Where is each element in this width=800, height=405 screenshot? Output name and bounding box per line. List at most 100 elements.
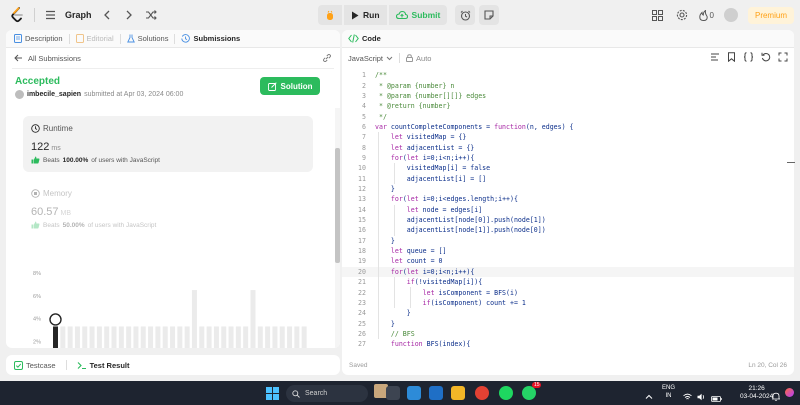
code-line[interactable]: 14 let node = edges[i] [342, 205, 794, 215]
streak-counter[interactable]: 0 [698, 9, 714, 21]
chart-bar[interactable] [272, 326, 278, 348]
chart-bar[interactable] [96, 326, 102, 348]
chart-bar[interactable] [206, 326, 212, 348]
bookmark-icon[interactable] [727, 52, 736, 62]
chart-bar[interactable] [53, 326, 58, 348]
timer-button[interactable] [455, 5, 476, 25]
chart-bar[interactable] [257, 326, 263, 348]
code-line[interactable]: 21 if(!visitedMap[i]){ [342, 277, 794, 287]
chart-bar[interactable] [118, 326, 124, 348]
tab-editorial[interactable]: Editorial [72, 30, 118, 48]
code-line[interactable]: 26 // BFS [342, 329, 794, 339]
next-problem-icon[interactable] [122, 8, 136, 22]
code-line[interactable]: 3 * @param {number[][]} edges [342, 91, 794, 101]
chart-bar[interactable] [287, 326, 293, 348]
code-line[interactable]: 19 let count = 0 [342, 256, 794, 266]
code-line[interactable]: 27 function BFS(index){ [342, 339, 794, 349]
left-scrollbar[interactable] [335, 108, 340, 348]
layout-grid-icon[interactable] [651, 8, 665, 22]
tab-solutions[interactable]: Solutions [123, 30, 173, 48]
chart-bar[interactable] [140, 326, 146, 348]
code-line[interactable]: 16 adjacentList[node[1]].push(node[0]) [342, 225, 794, 235]
user-avatar[interactable] [723, 8, 738, 22]
chart-bar[interactable] [111, 326, 117, 348]
code-line[interactable]: 18 let queue = [] [342, 246, 794, 256]
volume-icon[interactable] [697, 388, 706, 405]
copilot-icon[interactable] [407, 386, 421, 400]
chart-bar[interactable] [162, 326, 168, 348]
chart-bar[interactable] [199, 326, 205, 348]
code-line[interactable]: 20 for(let i=0;i<n;i++){ [342, 266, 794, 277]
back-to-submissions[interactable]: All Submissions [6, 48, 340, 68]
chart-bar[interactable] [133, 326, 139, 348]
chart-bar[interactable] [235, 326, 241, 348]
author-username[interactable]: imbecile_sapien [27, 91, 81, 98]
chart-bar[interactable] [74, 326, 80, 348]
code-line[interactable]: 15 adjacentList[node[0]].push(node[1]) [342, 215, 794, 225]
chart-bar[interactable] [221, 326, 227, 348]
tab-test-result[interactable]: Test Result [77, 361, 129, 370]
battery-icon[interactable] [711, 389, 722, 405]
memory-card[interactable]: Memory 60.57 MB Beats 50.00% of users wit… [23, 181, 313, 241]
curly-braces-icon[interactable] [743, 52, 754, 62]
code-line[interactable]: 5 */ [342, 111, 794, 121]
share-link-icon[interactable] [322, 53, 332, 63]
chart-bar[interactable] [148, 326, 154, 348]
align-left-icon[interactable] [710, 52, 720, 62]
code-line[interactable]: 2 * @param {number} n [342, 80, 794, 90]
vscode-icon[interactable] [429, 386, 443, 400]
tab-description[interactable]: Description [10, 30, 67, 48]
taskbar-search[interactable]: Search [286, 384, 388, 402]
chart-bar[interactable] [184, 326, 190, 348]
settings-gear-icon[interactable] [675, 8, 689, 22]
code-line[interactable]: 17 } [342, 236, 794, 246]
chart-bar[interactable] [60, 326, 66, 348]
chrome-icon[interactable] [475, 386, 489, 400]
chart-bar[interactable] [191, 290, 197, 348]
debug-button[interactable] [318, 5, 342, 25]
copilot-tray-icon[interactable] [785, 388, 794, 397]
auto-format-toggle[interactable]: Auto [406, 54, 431, 63]
chart-bar[interactable] [126, 326, 132, 348]
premium-button[interactable]: Premium [747, 6, 794, 24]
notes-button[interactable] [479, 5, 500, 25]
reset-icon[interactable] [761, 52, 771, 62]
chart-bar[interactable] [155, 326, 161, 348]
prev-problem-icon[interactable] [100, 8, 114, 22]
chart-bar[interactable] [177, 326, 183, 348]
code-line[interactable]: 7 let visitedMap = {} [342, 132, 794, 142]
spotify-icon[interactable] [499, 386, 513, 400]
task-view-icon[interactable] [386, 386, 400, 400]
code-line[interactable]: 25 } [342, 318, 794, 328]
chart-bar[interactable] [294, 326, 300, 348]
fullscreen-icon[interactable] [778, 52, 788, 62]
problem-list-icon[interactable] [43, 8, 57, 22]
tray-chevron-icon[interactable] [645, 388, 653, 399]
code-line[interactable]: 6 var countCompleteComponents = function(… [342, 122, 794, 132]
code-line[interactable]: 1 /** [342, 70, 794, 80]
scrollbar-thumb[interactable] [335, 148, 340, 263]
tab-submissions[interactable]: Submissions [177, 30, 244, 48]
code-line[interactable]: 12 } [342, 184, 794, 194]
chart-bar[interactable] [279, 326, 285, 348]
language-select[interactable]: JavaScript [348, 54, 393, 63]
run-button[interactable]: Run [344, 5, 387, 25]
chart-bar[interactable] [243, 326, 249, 348]
code-line[interactable]: 11 adjacentList[i] = [] [342, 174, 794, 184]
whatsapp-icon[interactable]: 15 [522, 382, 541, 400]
chart-bar[interactable] [89, 326, 95, 348]
code-editor[interactable]: 1/** 2 * @param {number} n3 * @param {num… [342, 70, 794, 350]
chart-bar[interactable] [170, 326, 176, 348]
chart-bar[interactable] [228, 326, 234, 348]
code-line[interactable]: 9 for(let i=0;i<n;i++){ [342, 153, 794, 163]
leetcode-logo-icon[interactable] [8, 6, 26, 24]
code-line[interactable]: 24 } [342, 308, 794, 318]
chart-bar[interactable] [67, 326, 73, 348]
file-explorer-icon[interactable] [451, 386, 465, 400]
code-line[interactable]: 13 for(let i=0;i<edges.length;i++){ [342, 194, 794, 204]
windows-start-icon[interactable] [266, 387, 279, 400]
problem-list-title[interactable]: Graph [65, 10, 92, 20]
wifi-icon[interactable] [683, 388, 692, 405]
chart-bar[interactable] [104, 326, 110, 348]
chart-bar[interactable] [265, 326, 271, 348]
